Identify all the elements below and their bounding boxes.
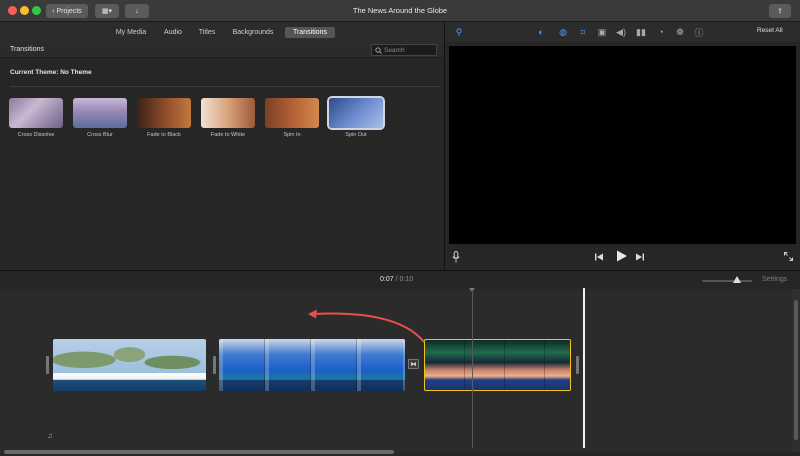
share-icon: ⇪ (777, 8, 783, 15)
video-viewer (449, 46, 796, 244)
skip-back-icon[interactable] (594, 251, 604, 263)
color-correction-icon[interactable]: ◍ (557, 26, 569, 38)
skip-forward-icon[interactable] (635, 251, 645, 263)
pane-divider[interactable] (444, 22, 445, 270)
window-title: The News Around the Globe (352, 6, 448, 15)
skimmer-line (472, 290, 473, 448)
time-separator: / (395, 276, 398, 283)
transition-marker[interactable]: ⧓ (408, 359, 419, 369)
volume-icon[interactable]: ◀) (615, 26, 627, 38)
viewer-controls (445, 244, 800, 270)
transition-fade-to-white[interactable]: Fade to White (201, 98, 255, 138)
tab-transitions[interactable]: Transitions (285, 27, 335, 38)
clip-frame (465, 340, 505, 390)
transitions-panel-header: Transitions Search (0, 42, 444, 58)
transition-cross-blur[interactable]: Cross Blur (73, 98, 127, 138)
transition-label: Fade to White (210, 132, 246, 138)
current-theme-label: Current Theme: No Theme (10, 69, 92, 76)
tab-backgrounds[interactable]: Backgrounds (228, 27, 278, 38)
search-placeholder: Search (384, 46, 405, 54)
transition-label: Cross Dissolve (17, 132, 55, 138)
crop-icon[interactable]: ⌗ (577, 26, 589, 38)
panel-title: Transitions (10, 46, 44, 53)
color-balance-icon[interactable]: ◐ (535, 26, 547, 38)
video-clip-waterfall[interactable] (219, 339, 405, 391)
reset-all-button[interactable]: Reset All (757, 27, 783, 34)
horizontal-scrollbar-thumb[interactable] (4, 450, 394, 454)
title-bar: ‹ Projects ▦▾ ↓ The News Around the Glob… (0, 0, 800, 22)
clip-trim-handle[interactable] (46, 356, 49, 374)
search-field[interactable]: Search (371, 44, 437, 56)
clip-trim-handle[interactable] (576, 356, 579, 374)
current-time: 0:07 (380, 276, 394, 283)
play-icon[interactable] (614, 249, 628, 263)
transition-fade-to-black[interactable]: Fade to Black (137, 98, 191, 138)
zoom-slider-track[interactable] (702, 280, 752, 282)
noise-reduction-icon[interactable]: ▮▮ (635, 26, 647, 38)
project-duration: 0:10 (399, 276, 414, 283)
transition-label: Spin Out (345, 132, 367, 138)
microphone-icon[interactable] (450, 250, 462, 264)
search-icon (375, 47, 382, 56)
browser-tab-bar: My Media Audio Titles Backgrounds Transi… (0, 22, 445, 42)
transition-label: Cross Blur (87, 132, 113, 138)
transition-label: Fade to Black (147, 132, 181, 138)
transition-thumbnail (73, 98, 127, 128)
tab-audio[interactable]: Audio (159, 27, 187, 38)
annotation-arrow-icon (308, 309, 425, 343)
share-button[interactable]: ⇪ (769, 4, 791, 18)
section-divider (10, 86, 439, 87)
transition-cross-dissolve[interactable]: Cross Dissolve (9, 98, 63, 138)
transition-spin-out[interactable]: Spin Out (329, 98, 383, 138)
music-note-icon: ♫ (47, 431, 53, 440)
transition-thumbnail (201, 98, 255, 128)
timeline-settings-button[interactable]: Settings (762, 276, 787, 283)
tab-my-media[interactable]: My Media (112, 27, 150, 38)
clip-filter-icon[interactable]: ❁ (674, 26, 686, 38)
transition-spin-in[interactable]: Spin In (265, 98, 319, 138)
clip-frame (505, 340, 545, 390)
transition-bowtie-icon: ⧓ (410, 361, 417, 368)
transition-label: Spin In (283, 132, 301, 138)
transition-thumbnail (329, 98, 383, 128)
info-icon[interactable]: ⓘ (693, 26, 705, 38)
vertical-scrollbar-thumb[interactable] (794, 300, 798, 440)
video-clip-aurora-selected[interactable] (424, 339, 571, 391)
timecode-display: 0:07 / 0:10 (380, 276, 413, 283)
clip-frame (219, 339, 265, 391)
clip-frame (265, 339, 311, 391)
fullscreen-icon[interactable] (782, 250, 794, 262)
transition-thumbnail (265, 98, 319, 128)
clip-frame (425, 340, 465, 390)
clip-trim-handle[interactable] (213, 356, 216, 374)
magic-wand-icon[interactable]: ⚲ (453, 26, 465, 38)
viewer-toolbar: ⚲ ◐ ◍ ⌗ ▣ ◀) ▮▮ ◔ ❁ ⓘ (445, 22, 800, 42)
tab-titles[interactable]: Titles (194, 27, 220, 38)
zoom-slider-knob[interactable] (733, 276, 741, 283)
speed-icon[interactable]: ◔ (655, 26, 667, 38)
transition-thumbnail (9, 98, 63, 128)
clip-frame (311, 339, 357, 391)
playhead[interactable] (583, 288, 585, 448)
video-clip-world-map[interactable] (53, 339, 206, 391)
stabilization-icon[interactable]: ▣ (596, 26, 608, 38)
timeline-divider[interactable] (0, 270, 800, 271)
transition-thumbnail (137, 98, 191, 128)
